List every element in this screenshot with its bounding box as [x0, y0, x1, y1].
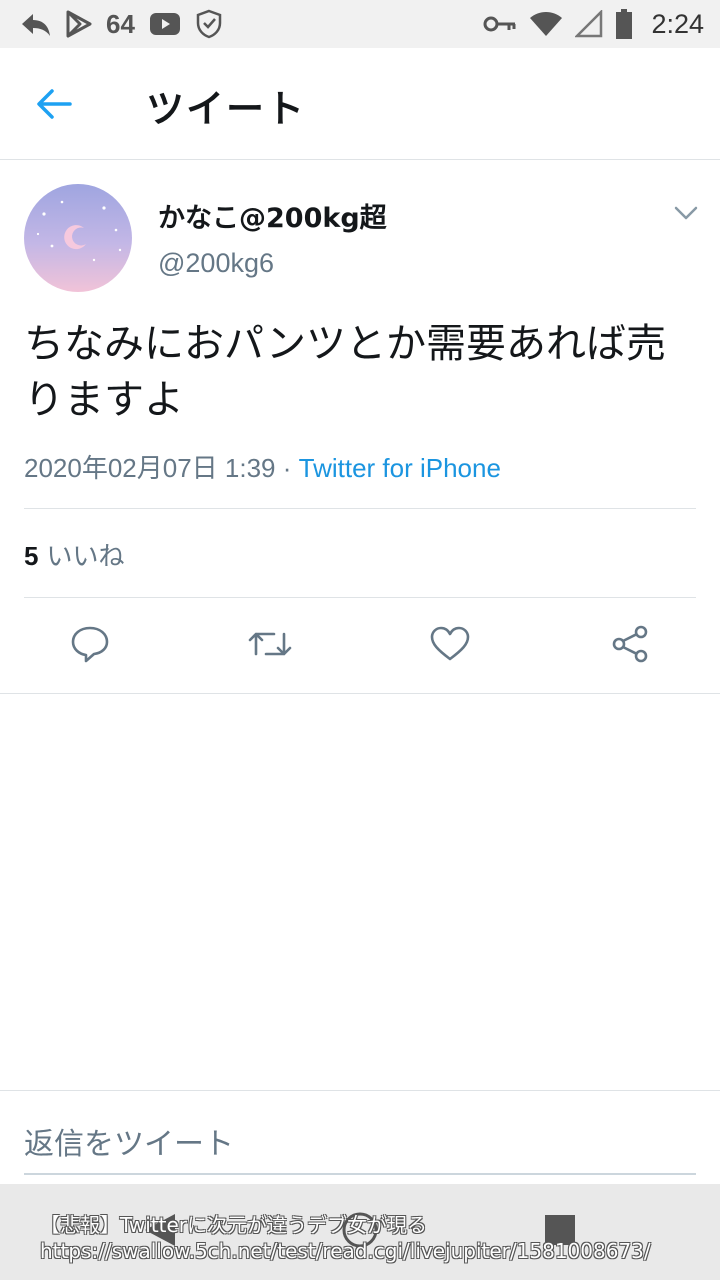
heart-icon — [430, 626, 470, 666]
status-bar: 64 2:24 — [0, 0, 720, 48]
likes-summary[interactable]: 5 いいね — [24, 536, 124, 573]
reply-bar: 返信をツイート — [0, 1090, 720, 1186]
chevron-down-icon — [674, 205, 698, 224]
battery-icon — [615, 9, 633, 39]
overlay-caption: 【悲報】Twitterに次元が違うデブ女が現る https://swallow.… — [40, 1212, 651, 1264]
reply-button[interactable] — [68, 624, 112, 668]
tweet-source-link[interactable]: Twitter for iPhone — [299, 453, 501, 483]
tweet-actions — [0, 598, 720, 694]
signal-icon — [575, 10, 603, 38]
meta-separator: · — [275, 453, 299, 483]
youtube-icon — [149, 12, 181, 36]
share-icon — [610, 624, 650, 668]
likes-count: 5 — [24, 541, 39, 571]
reply-input[interactable]: 返信をツイート — [24, 1119, 234, 1163]
wifi-icon — [529, 10, 563, 38]
status-time: 2:24 — [651, 8, 704, 39]
like-button[interactable] — [428, 624, 472, 668]
reply-icon — [70, 624, 110, 668]
tweet-text: ちなみにおパンツとか需要あれば売りますよ — [24, 321, 666, 423]
reply-underline — [24, 1173, 696, 1175]
back-button[interactable] — [30, 82, 78, 130]
user-handle[interactable]: @200kg6 — [158, 248, 274, 279]
key-icon — [483, 14, 517, 34]
page-title: ツイート — [146, 87, 307, 131]
likes-label: いいね — [46, 542, 125, 572]
tweet-timestamp[interactable]: 2020年02月07日 1:39 — [24, 453, 276, 483]
reply-arrow-icon — [20, 10, 52, 38]
notification-count: 64 — [106, 8, 135, 39]
overlay-title: 【悲報】Twitterに次元が違うデブ女が現る — [40, 1213, 428, 1237]
app-header: ツイート — [0, 48, 720, 160]
avatar-image — [24, 184, 132, 292]
arrow-left-icon — [36, 88, 72, 124]
tweet-meta: 2020年02月07日 1:39 · Twitter for iPhone — [24, 448, 501, 485]
overlay-url: https://swallow.5ch.net/test/read.cgi/li… — [40, 1239, 651, 1263]
play-store-icon — [66, 10, 92, 38]
status-bar-left: 64 — [20, 8, 223, 40]
retweet-icon — [248, 624, 292, 668]
avatar[interactable] — [24, 184, 132, 292]
tweet-menu-button[interactable] — [670, 200, 702, 228]
share-button[interactable] — [608, 624, 652, 668]
shield-icon — [195, 9, 223, 39]
divider — [24, 508, 696, 509]
retweet-button[interactable] — [248, 624, 292, 668]
status-bar-right: 2:24 — [483, 8, 704, 40]
display-name[interactable]: かなこ@200kg超 — [158, 196, 387, 235]
